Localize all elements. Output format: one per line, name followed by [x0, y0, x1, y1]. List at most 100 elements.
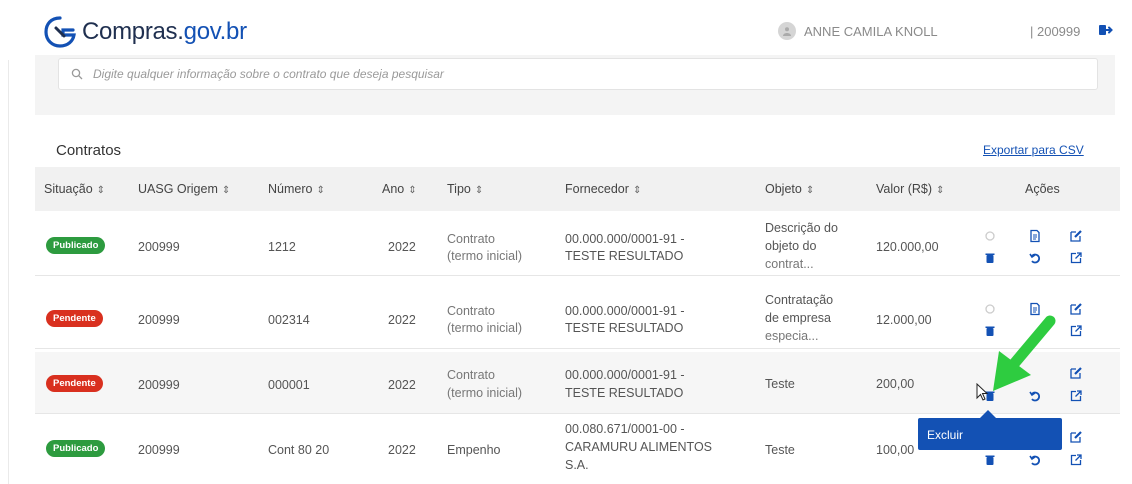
document-icon[interactable] — [1028, 229, 1042, 243]
cell-fornecedor-line1: 00.000.000/0001-91 - — [565, 232, 685, 246]
logo-text-domain: gov.br — [183, 18, 247, 45]
sort-icon: ⇕ — [936, 185, 945, 196]
cell-tipo-line2: (termo inicial) — [447, 249, 523, 263]
column-header-situacao[interactable]: Situação ⇕ — [44, 182, 105, 196]
external-link-icon[interactable] — [1069, 389, 1083, 403]
cell-fornecedor-line3: S.A. — [565, 458, 589, 472]
column-label: Ano — [382, 182, 405, 196]
edit-icon[interactable] — [1069, 229, 1083, 243]
tooltip: Excluir — [918, 418, 1062, 450]
cell-tipo-line1: Contrato — [447, 368, 495, 382]
column-header-ano[interactable]: Ano ⇕ — [382, 182, 417, 196]
cell-objeto-line2: de empresa — [765, 311, 832, 325]
column-label: Valor (R$) — [876, 182, 933, 196]
user-uasg: | 200999 — [1030, 24, 1081, 39]
cell-objeto-line1: Contratação — [765, 293, 834, 307]
column-label: Situação — [44, 182, 93, 196]
column-label: Tipo — [447, 182, 471, 196]
sort-icon: ⇕ — [408, 185, 417, 196]
column-header-acoes: Ações — [1025, 182, 1060, 196]
cell-objeto: Teste — [765, 377, 795, 391]
cell-tipo-line2: (termo inicial) — [447, 321, 523, 335]
sort-icon: ⇕ — [221, 185, 231, 196]
logout-icon[interactable] — [1097, 22, 1113, 38]
column-label: Fornecedor — [565, 182, 629, 196]
compras-logo-icon — [44, 16, 76, 48]
cell-tipo-line2: (termo inicial) — [447, 386, 523, 400]
column-header-uasg[interactable]: UASG Origem ⇕ — [138, 182, 230, 196]
cell-fornecedor-line2: TESTE RESULTADO — [565, 249, 684, 263]
cell-fornecedor-line1: 00.080.671/0001-00 - — [565, 422, 685, 436]
radio-icon[interactable] — [983, 229, 997, 243]
sort-icon: ⇕ — [805, 185, 815, 196]
cell-ano: 2022 — [388, 443, 416, 457]
sort-icon: ⇕ — [474, 185, 484, 196]
compras-logo[interactable]: Compras.gov.br — [42, 14, 247, 50]
search-box[interactable] — [58, 58, 1098, 90]
trash-icon[interactable] — [983, 251, 997, 265]
column-label: Ações — [1025, 182, 1060, 196]
cell-valor: 120.000,00 — [876, 240, 939, 254]
edit-icon[interactable] — [1069, 366, 1083, 380]
undo-icon[interactable] — [1028, 251, 1042, 265]
user-icon — [783, 27, 791, 36]
logo-text-main: Compras. — [82, 18, 184, 45]
trash-icon[interactable] — [983, 453, 997, 467]
search-icon — [71, 68, 83, 80]
sort-icon: ⇕ — [316, 185, 325, 196]
sort-icon: ⇕ — [632, 185, 642, 196]
cell-objeto-line1: Descrição do — [765, 221, 838, 235]
cell-tipo-line1: Contrato — [447, 304, 495, 318]
table-row — [35, 352, 1120, 414]
cell-valor: 12.000,00 — [876, 313, 932, 327]
cell-fornecedor-line2: CARAMURU ALIMENTOS — [565, 440, 713, 454]
column-header-fornecedor[interactable]: Fornecedor ⇕ — [565, 182, 641, 196]
column-header-objeto[interactable]: Objeto ⇕ — [765, 182, 814, 196]
cell-fornecedor-line1: 00.000.000/0001-91 - — [565, 304, 685, 318]
cell-objeto-line3: especia... — [765, 329, 819, 343]
cell-numero: 000001 — [268, 378, 310, 392]
export-csv-link[interactable]: Exportar para CSV — [983, 143, 1084, 157]
cell-tipo: Empenho — [447, 443, 501, 457]
cell-numero: Cont 80 20 — [268, 443, 330, 457]
green-arrow-icon — [993, 315, 1056, 391]
cell-ano: 2022 — [388, 313, 416, 327]
external-link-icon[interactable] — [1069, 453, 1083, 467]
top-header: Compras.gov.br ANNE CAMILA KNOLL | 20099… — [0, 0, 1132, 60]
edit-icon[interactable] — [1069, 430, 1083, 444]
cell-uasg: 200999 — [138, 378, 180, 392]
cell-fornecedor-line1: 00.000.000/0001-91 - — [565, 368, 685, 382]
column-header-tipo[interactable]: Tipo ⇕ — [447, 182, 483, 196]
cell-uasg: 200999 — [138, 443, 180, 457]
user-menu[interactable]: ANNE CAMILA KNOLL — [778, 22, 938, 40]
cell-valor: 200,00 — [876, 377, 915, 391]
column-header-numero[interactable]: Número ⇕ — [268, 182, 325, 196]
column-label: Número — [268, 182, 313, 196]
cell-valor: 100,00 — [876, 443, 915, 457]
cell-fornecedor-line2: TESTE RESULTADO — [565, 386, 684, 400]
avatar — [778, 22, 796, 40]
sort-icon: ⇕ — [96, 185, 106, 196]
search-input[interactable] — [93, 67, 993, 81]
page-edge — [8, 0, 9, 484]
status-badge: Publicado — [46, 237, 106, 254]
cell-numero: 002314 — [268, 313, 310, 327]
cell-uasg: 200999 — [138, 240, 180, 254]
column-label: Objeto — [765, 182, 802, 196]
cell-numero: 1212 — [268, 240, 296, 254]
cell-tipo-line1: Contrato — [447, 232, 495, 246]
external-link-icon[interactable] — [1069, 251, 1083, 265]
cell-objeto: Teste — [765, 443, 795, 457]
external-link-icon[interactable] — [1069, 324, 1083, 338]
cell-ano: 2022 — [388, 378, 416, 392]
undo-icon[interactable] — [1028, 453, 1042, 467]
tooltip-label: Excluir — [927, 428, 964, 442]
cell-objeto-line2: objeto do — [765, 239, 817, 253]
cell-uasg: 200999 — [138, 313, 180, 327]
tooltip-arrow — [980, 410, 996, 418]
column-label: UASG Origem — [138, 182, 218, 196]
cell-ano: 2022 — [388, 240, 416, 254]
column-header-valor[interactable]: Valor (R$) ⇕ — [876, 182, 944, 196]
edit-icon[interactable] — [1069, 302, 1083, 316]
status-badge: Pendente — [46, 310, 103, 327]
